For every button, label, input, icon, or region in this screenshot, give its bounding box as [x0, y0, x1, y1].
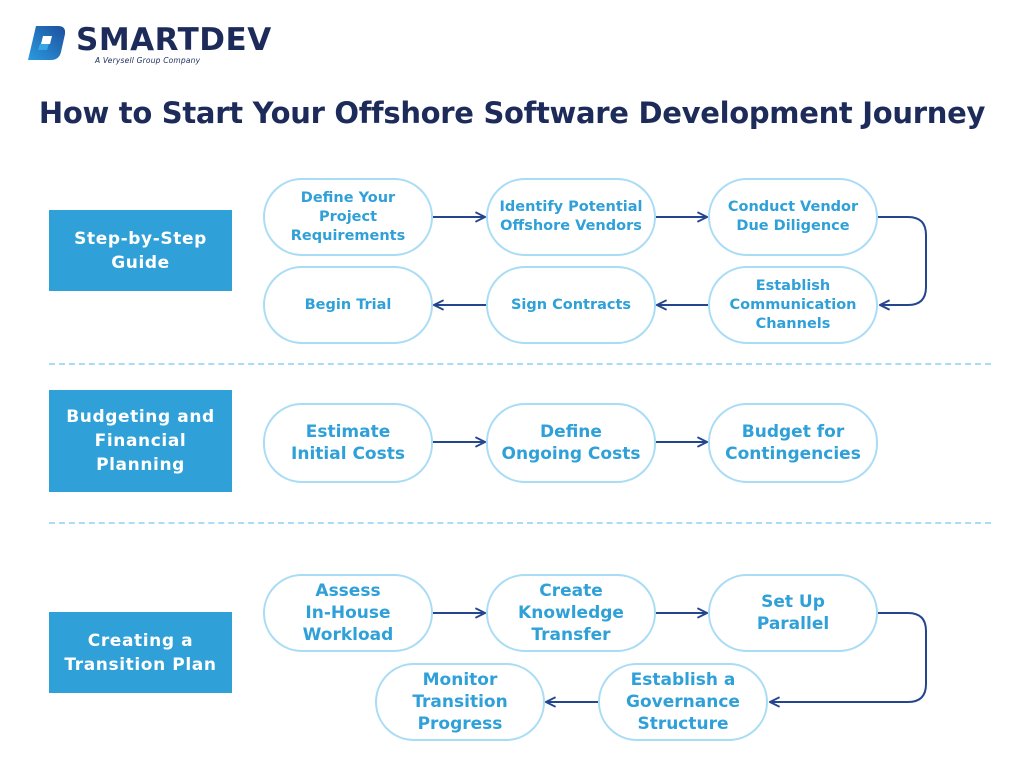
step-monitor-transition-progress: Monitor Transition Progress — [375, 663, 545, 741]
section-divider — [49, 522, 991, 524]
step-create-knowledge-transfer: Create Knowledge Transfer — [486, 574, 656, 652]
logo-tagline: A Verysell Group Company — [95, 56, 201, 65]
step-establish-governance-structure: Establish a Governance Structure — [598, 663, 768, 741]
step-begin-trial: Begin Trial — [263, 266, 433, 344]
step-identify-offshore-vendors: Identify Potential Offshore Vendors — [486, 178, 656, 256]
section-label-creating-transition-plan: Creating a Transition Plan — [49, 612, 232, 693]
step-conduct-vendor-due-diligence: Conduct Vendor Due Diligence — [708, 178, 878, 256]
step-budget-for-contingencies: Budget for Contingencies — [708, 403, 878, 483]
logo-wordmark: SMARTDEV — [76, 22, 272, 58]
step-set-up-parallel: Set Up Parallel — [708, 574, 878, 652]
page-title: How to Start Your Offshore Software Deve… — [38, 96, 986, 130]
step-establish-communication-channels: Establish Communication Channels — [708, 266, 878, 344]
step-sign-contracts: Sign Contracts — [486, 266, 656, 344]
step-estimate-initial-costs: Estimate Initial Costs — [263, 403, 433, 483]
step-assess-in-house-workload: Assess In-House Workload — [263, 574, 433, 652]
section-divider — [49, 363, 991, 365]
step-define-project-requirements: Define Your Project Requirements — [263, 178, 433, 256]
step-define-ongoing-costs: Define Ongoing Costs — [486, 403, 656, 483]
section-label-step-by-step-guide: Step-by-Step Guide — [49, 210, 232, 291]
smartdev-logo-icon — [28, 26, 66, 60]
arrow-loop-icon — [878, 216, 927, 305]
section-label-budgeting-financial-planning: Budgeting and Financial Planning — [49, 390, 232, 492]
